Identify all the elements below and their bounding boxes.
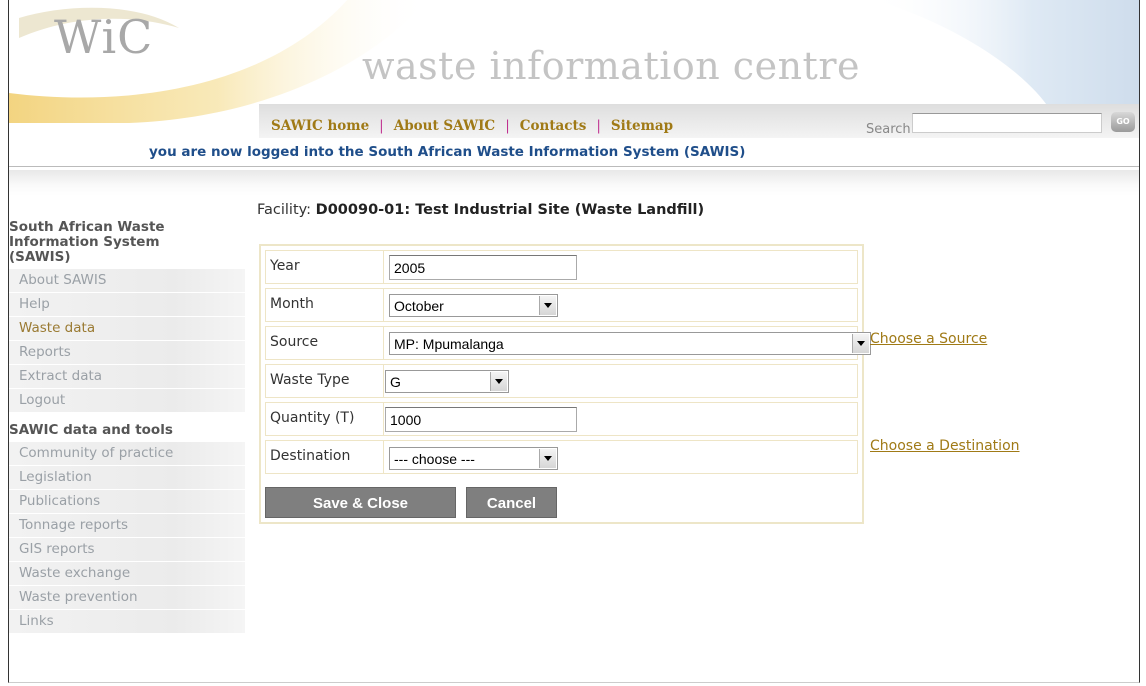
sidebar-section-title: South African Waste Information System (…	[9, 219, 165, 265]
chevron-down-icon[interactable]	[539, 449, 556, 468]
month-select-value: October	[394, 298, 444, 314]
form-row-source: Source MP: Mpumalanga	[265, 326, 871, 360]
chevron-down-icon[interactable]	[490, 372, 507, 391]
sidebar-item-publications[interactable]: Publications	[9, 490, 245, 514]
form-row-quantity: Quantity (T) 1000	[265, 402, 858, 436]
sidebar-item-community-of-practice[interactable]: Community of practice	[9, 442, 245, 466]
save-close-button[interactable]: Save & Close	[265, 487, 456, 518]
sidebar-item-links[interactable]: Links	[9, 610, 245, 634]
cell-divider	[383, 327, 384, 359]
sidebar-item-legislation[interactable]: Legislation	[9, 466, 245, 490]
source-label: Source	[270, 334, 319, 350]
nav-separator: |	[596, 118, 601, 134]
waste-type-select[interactable]: G	[385, 370, 509, 393]
cell-divider	[383, 289, 384, 321]
site-title: waste information centre	[362, 44, 860, 88]
search-go-button[interactable]: GO	[1111, 112, 1135, 132]
choose-source-link[interactable]: Choose a Source	[870, 331, 987, 347]
sidebar-item-logout[interactable]: Logout	[9, 389, 245, 413]
quantity-input[interactable]: 1000	[385, 407, 577, 432]
sidebar-item-waste-prevention[interactable]: Waste prevention	[9, 586, 245, 610]
form-row-destination: Destination --- choose ---	[265, 440, 858, 474]
waste-type-select-value: G	[390, 374, 401, 390]
sidebar: South African Waste Information System (…	[9, 220, 254, 634]
page-frame: WiC waste information centre SAWIC home |…	[8, 0, 1140, 683]
header-divider	[9, 166, 1139, 167]
sidebar-item-extract-data[interactable]: Extract data	[9, 365, 245, 389]
waste-type-label: Waste Type	[270, 372, 350, 388]
nav-separator: |	[505, 118, 510, 134]
cell-divider	[383, 365, 384, 397]
nav-about-sawic[interactable]: About SAWIC	[394, 118, 495, 134]
year-label: Year	[270, 258, 300, 274]
destination-label: Destination	[270, 448, 351, 464]
search-input[interactable]	[912, 113, 1102, 133]
form-row-year: Year 2005	[265, 250, 858, 284]
search-label: Search	[866, 122, 911, 137]
facility-heading: Facility: D00090-01: Test Industrial Sit…	[257, 202, 704, 218]
cancel-button[interactable]: Cancel	[466, 487, 557, 518]
month-select[interactable]: October	[389, 294, 558, 317]
form-row-waste-type: Waste Type G	[265, 364, 858, 398]
facility-label: Facility:	[257, 202, 312, 218]
destination-select[interactable]: --- choose ---	[389, 447, 558, 470]
cell-divider	[383, 441, 384, 473]
cell-divider	[383, 403, 384, 435]
source-select-value: MP: Mpumalanga	[394, 336, 504, 352]
source-select[interactable]: MP: Mpumalanga	[389, 332, 871, 355]
chevron-down-icon[interactable]	[852, 334, 869, 353]
choose-destination-link[interactable]: Choose a Destination	[870, 438, 1020, 454]
nav-sawic-home[interactable]: SAWIC home	[271, 118, 369, 134]
facility-value: D00090-01: Test Industrial Site (Waste L…	[315, 202, 705, 218]
waste-data-form: Year 2005 Month October Source MP: Mpuma…	[259, 244, 871, 524]
sidebar-item-waste-data[interactable]: Waste data	[9, 317, 245, 341]
sidebar-item-gis-reports[interactable]: GIS reports	[9, 538, 245, 562]
site-header: WiC waste information centre SAWIC home |…	[9, 0, 1139, 198]
site-logo[interactable]: WiC	[54, 10, 153, 64]
form-row-month: Month October	[265, 288, 858, 322]
logged-in-message: you are now logged into the South Africa…	[149, 144, 746, 160]
sidebar-item-waste-exchange[interactable]: Waste exchange	[9, 562, 245, 586]
header-shadow-bar	[9, 170, 1139, 196]
chevron-down-icon[interactable]	[539, 296, 556, 315]
year-input[interactable]: 2005	[389, 255, 577, 280]
nav-sitemap[interactable]: Sitemap	[611, 118, 673, 134]
destination-select-value: --- choose ---	[394, 451, 475, 467]
sidebar-item-about-sawis[interactable]: About SAWIS	[9, 269, 245, 293]
cell-divider	[383, 251, 384, 283]
nav-contacts[interactable]: Contacts	[520, 118, 587, 134]
sidebar-item-tonnage-reports[interactable]: Tonnage reports	[9, 514, 245, 538]
nav-separator: |	[379, 118, 384, 134]
sidebar-item-help[interactable]: Help	[9, 293, 245, 317]
month-label: Month	[270, 296, 314, 312]
sidebar-item-reports[interactable]: Reports	[9, 341, 245, 365]
sidebar-section-title: SAWIC data and tools	[9, 422, 173, 438]
top-nav: SAWIC home | About SAWIC | Contacts | Sitemap	[271, 118, 673, 134]
quantity-label: Quantity (T)	[270, 410, 355, 426]
